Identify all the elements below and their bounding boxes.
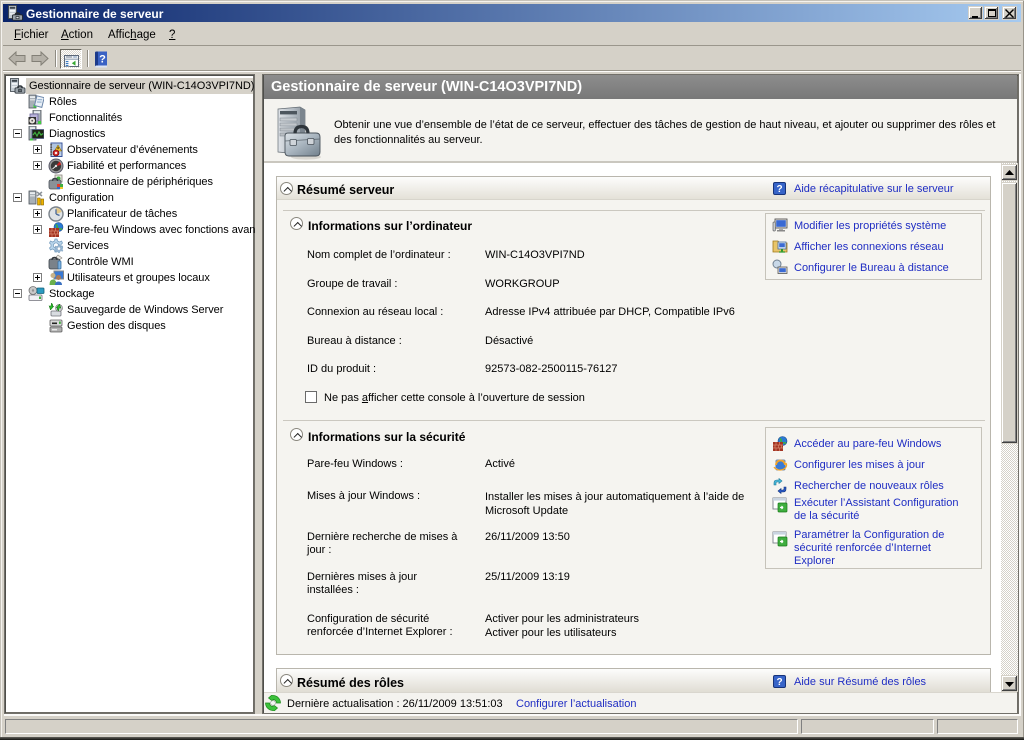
svg-text:?: ? [776, 184, 782, 195]
svg-text:?: ? [99, 54, 106, 66]
svg-text:?: ? [776, 677, 782, 688]
